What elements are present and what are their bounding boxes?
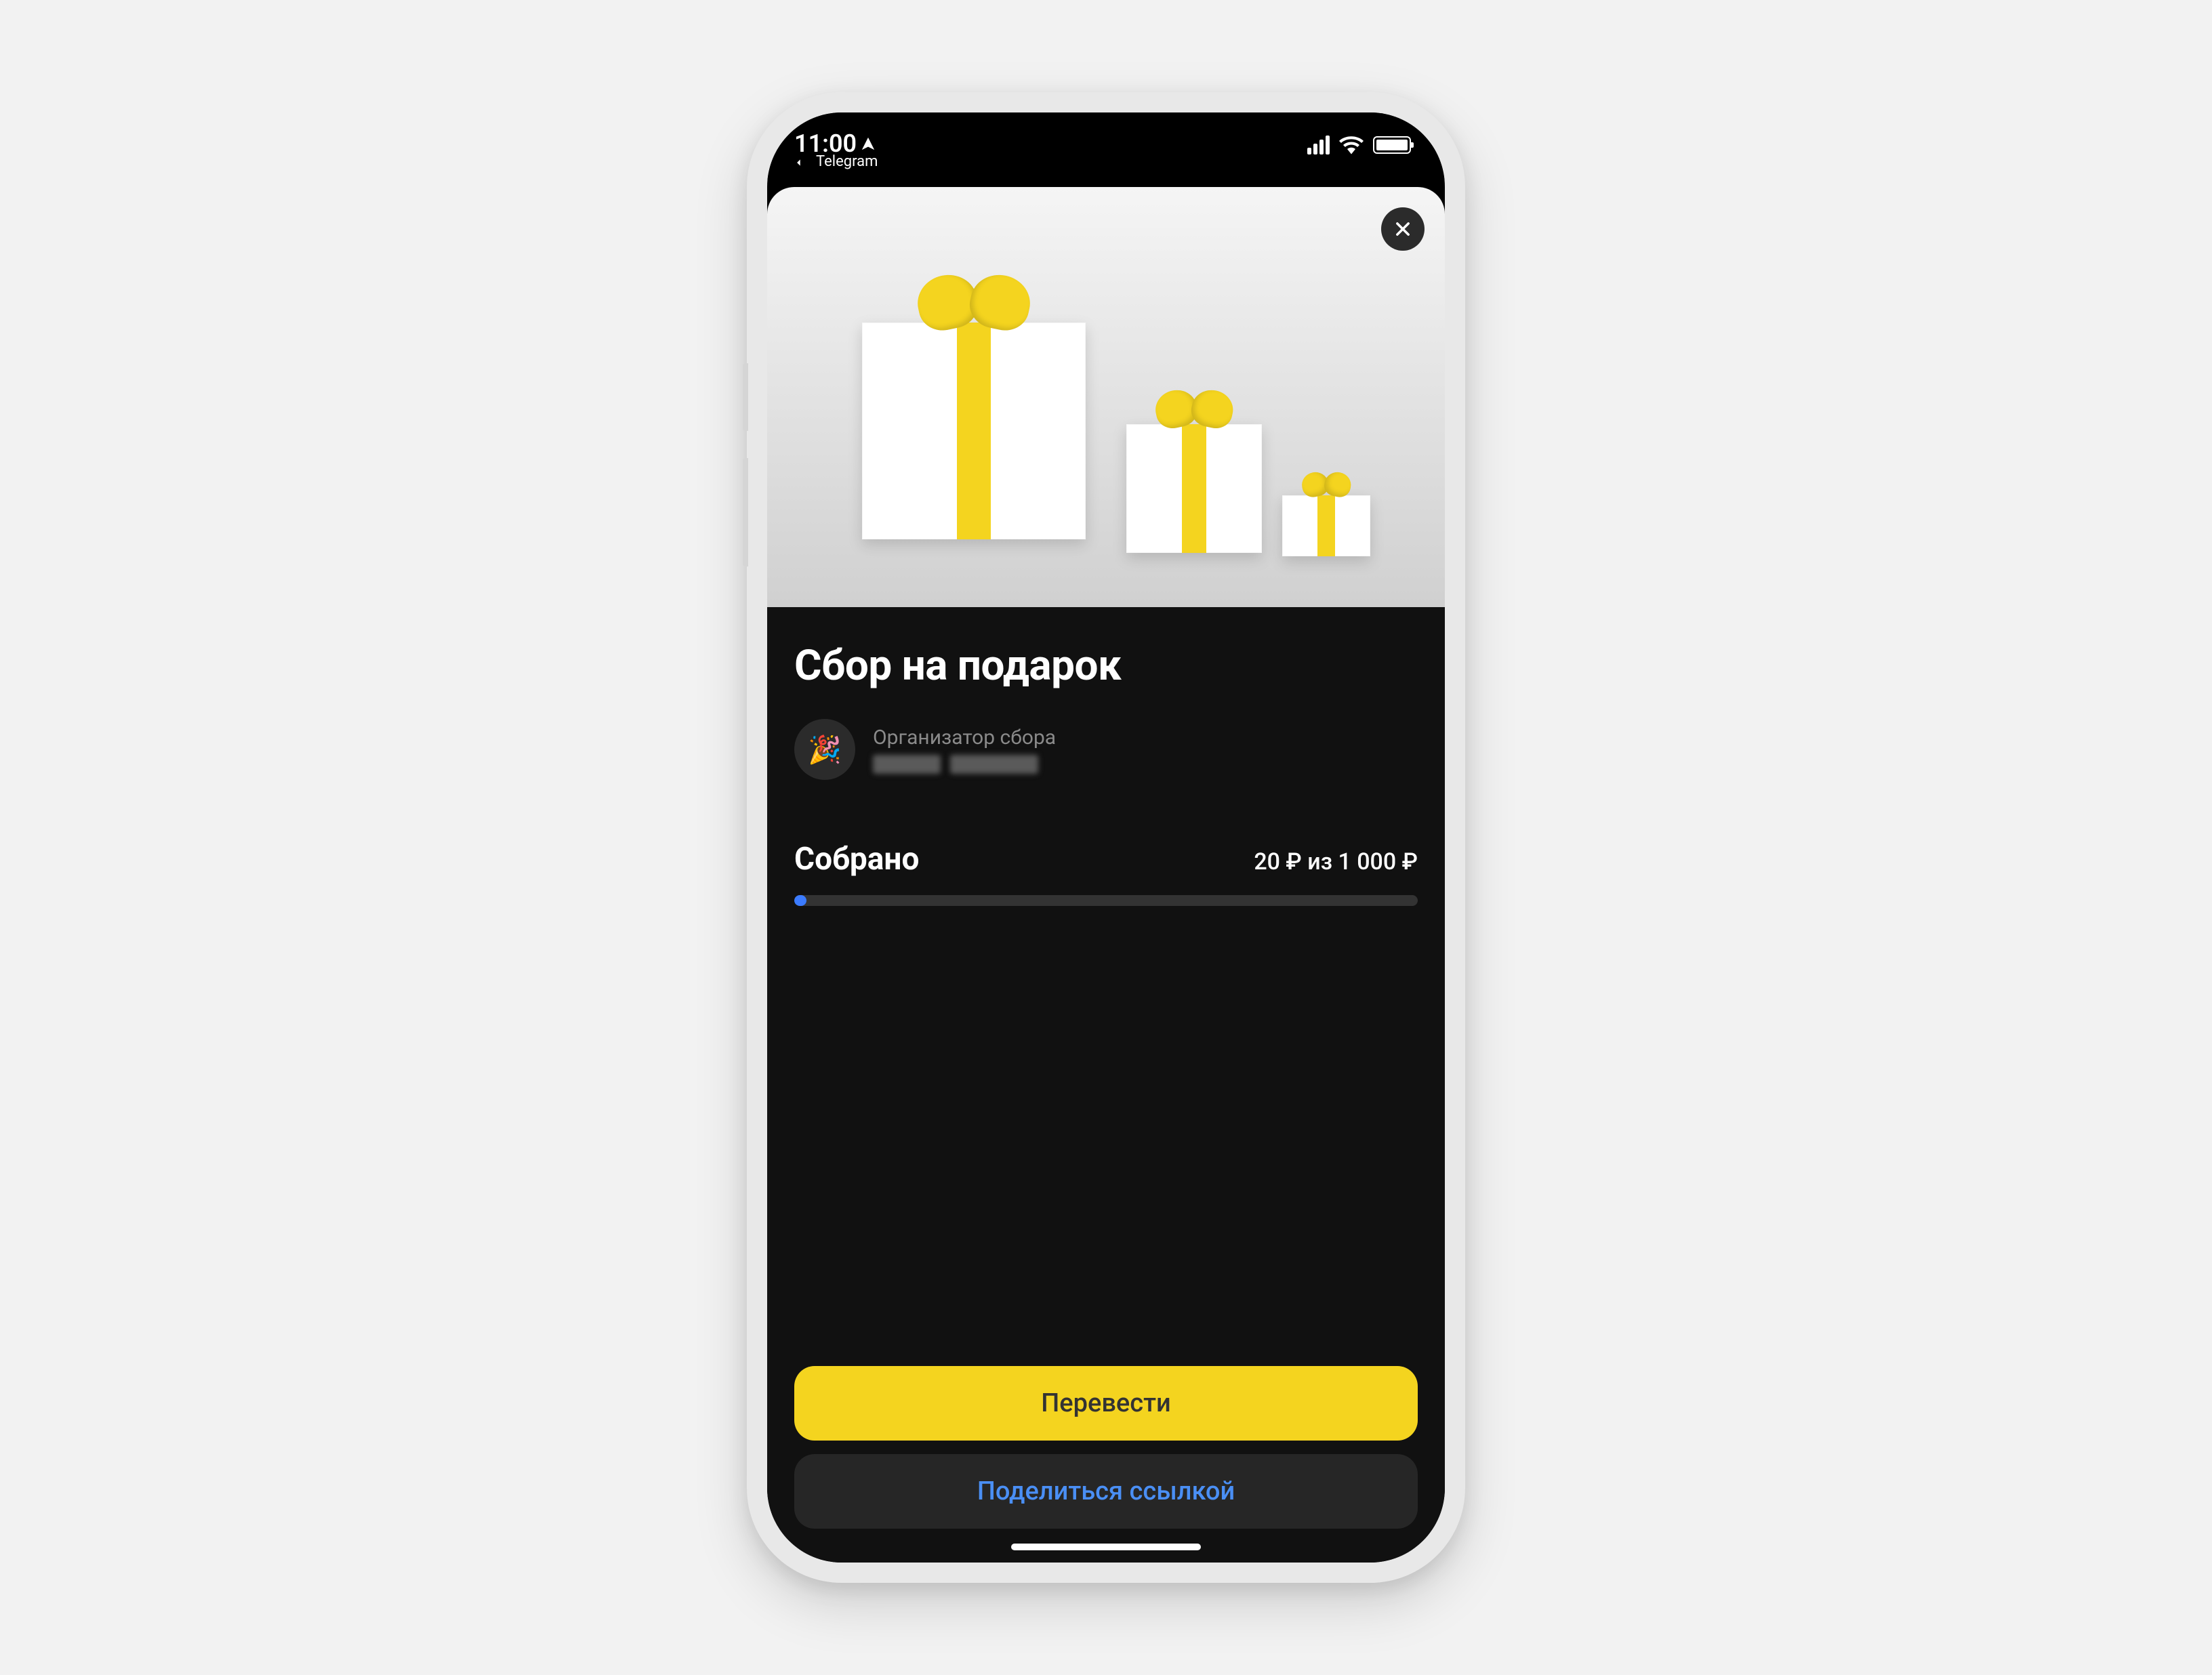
progress-bar bbox=[794, 895, 1418, 906]
collected-amount: 20 ₽ из 1 000 ₽ bbox=[1254, 848, 1418, 875]
gift-box-small bbox=[1282, 495, 1370, 556]
content-area: Сбор на подарок 🎉 Организатор сбора Собр… bbox=[767, 607, 1445, 1563]
organizer-avatar: 🎉 bbox=[794, 719, 855, 780]
wifi-icon bbox=[1339, 136, 1364, 154]
collected-section: Собрано 20 ₽ из 1 000 ₽ bbox=[794, 841, 1418, 906]
status-left: 11:00 Telegram bbox=[794, 131, 878, 169]
organizer-name-redacted bbox=[873, 755, 1056, 774]
cellular-signal-icon bbox=[1307, 136, 1330, 154]
transfer-button[interactable]: Перевести bbox=[794, 1366, 1418, 1441]
gift-box-medium bbox=[1126, 424, 1262, 553]
collected-label: Собрано bbox=[794, 841, 919, 877]
button-group: Перевести Поделиться ссылкой bbox=[794, 1366, 1418, 1549]
phone-frame: 11:00 Telegram bbox=[747, 92, 1465, 1583]
chevron-left-icon bbox=[794, 158, 804, 167]
gift-illustration bbox=[767, 187, 1445, 607]
back-app-label: Telegram bbox=[816, 154, 878, 169]
back-app-row[interactable]: Telegram bbox=[794, 156, 878, 169]
organizer-row[interactable]: 🎉 Организатор сбора bbox=[794, 719, 1418, 780]
gift-box-large bbox=[862, 323, 1086, 539]
phone-screen: 11:00 Telegram bbox=[767, 112, 1445, 1563]
organizer-label: Организатор сбора bbox=[873, 726, 1056, 749]
share-link-button[interactable]: Поделиться ссылкой bbox=[794, 1454, 1418, 1529]
location-icon bbox=[861, 136, 876, 151]
fundraiser-modal: Сбор на подарок 🎉 Организатор сбора Собр… bbox=[767, 187, 1445, 1563]
status-bar: 11:00 Telegram bbox=[767, 112, 1445, 180]
fundraiser-title: Сбор на подарок bbox=[794, 641, 1418, 690]
home-indicator[interactable] bbox=[1011, 1544, 1201, 1550]
battery-icon bbox=[1373, 136, 1411, 154]
status-time: 11:00 bbox=[794, 131, 857, 156]
hero-image bbox=[767, 187, 1445, 607]
status-right bbox=[1307, 136, 1411, 154]
progress-fill bbox=[794, 895, 806, 906]
